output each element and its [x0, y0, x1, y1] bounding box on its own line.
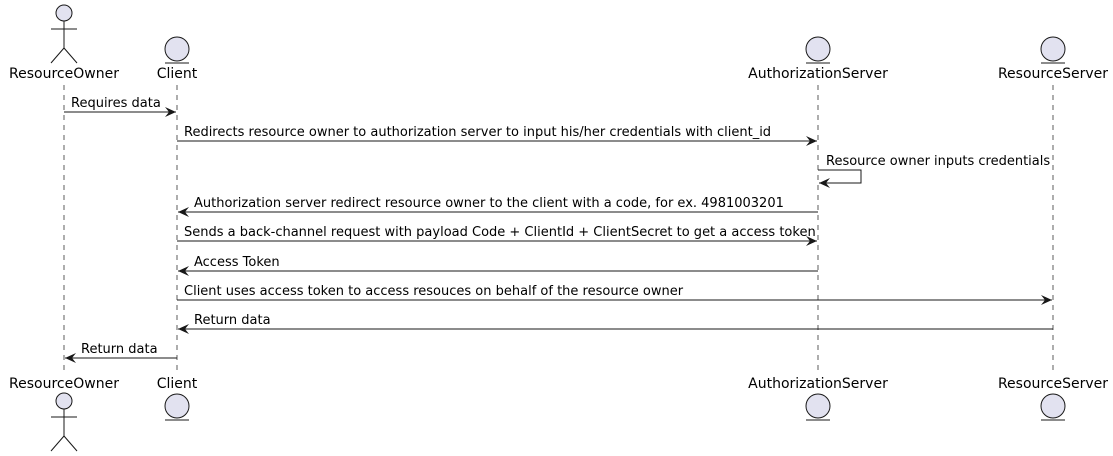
- entity-circle-icon: [805, 36, 831, 64]
- message-label: Return data: [194, 313, 271, 328]
- message-6: Access Token: [178, 255, 818, 276]
- message-label: Authorization server redirect resource o…: [194, 196, 784, 211]
- message-label: Return data: [81, 342, 158, 357]
- participant-name: ResourceOwner: [9, 66, 119, 82]
- message-7: Client uses access token to access resou…: [177, 284, 1052, 305]
- entity-circle-icon: [1040, 36, 1066, 64]
- message-3: Resource owner inputs credentials: [818, 154, 1050, 188]
- message-label: Sends a back-channel request with payloa…: [184, 225, 816, 240]
- stick-figure-icon: [50, 4, 78, 64]
- sequence-diagram: ResourceOwner ResourceOwner Client Client Au…: [9, 4, 1108, 452]
- participant-name: Client: [157, 376, 198, 392]
- participant-name: AuthorizationServer: [748, 66, 888, 82]
- message-5: Sends a back-channel request with payloa…: [177, 225, 817, 246]
- message-label: Access Token: [194, 255, 280, 270]
- stick-figure-icon: [50, 392, 78, 452]
- participant-name: ResourceServer: [998, 376, 1108, 392]
- message-2: Redirects resource owner to authorizatio…: [177, 125, 817, 146]
- participant-resource-owner-top: ResourceOwner: [9, 4, 119, 82]
- participant-name: ResourceServer: [998, 66, 1108, 82]
- message-4: Authorization server redirect resource o…: [178, 196, 818, 217]
- participant-resource-owner-bottom: ResourceOwner: [9, 376, 119, 452]
- message-label: Client uses access token to access resou…: [184, 284, 684, 299]
- participant-authorization-server-top: AuthorizationServer: [748, 36, 888, 82]
- message-1: Requires data: [64, 96, 176, 117]
- message-label: Redirects resource owner to authorizatio…: [184, 125, 771, 140]
- entity-circle-icon: [164, 36, 190, 64]
- participant-name: ResourceOwner: [9, 376, 119, 392]
- message-arrow: [818, 169, 862, 188]
- participant-resource-server-top: ResourceServer: [998, 36, 1108, 82]
- entity-circle-icon: [164, 393, 190, 421]
- participant-name: AuthorizationServer: [748, 376, 888, 392]
- participant-client-top: Client: [157, 36, 198, 82]
- participant-client-bottom: Client: [157, 376, 198, 421]
- message-8: Return data: [178, 313, 1053, 334]
- message-label: Requires data: [71, 96, 161, 111]
- message-9: Return data: [65, 342, 177, 363]
- participant-resource-server-bottom: ResourceServer: [998, 376, 1108, 421]
- message-label: Resource owner inputs credentials: [826, 154, 1050, 169]
- messages: Requires data Redirects resource owner to…: [64, 96, 1053, 363]
- participant-authorization-server-bottom: AuthorizationServer: [748, 376, 888, 421]
- entity-circle-icon: [805, 393, 831, 421]
- entity-circle-icon: [1040, 393, 1066, 421]
- participant-name: Client: [157, 66, 198, 82]
